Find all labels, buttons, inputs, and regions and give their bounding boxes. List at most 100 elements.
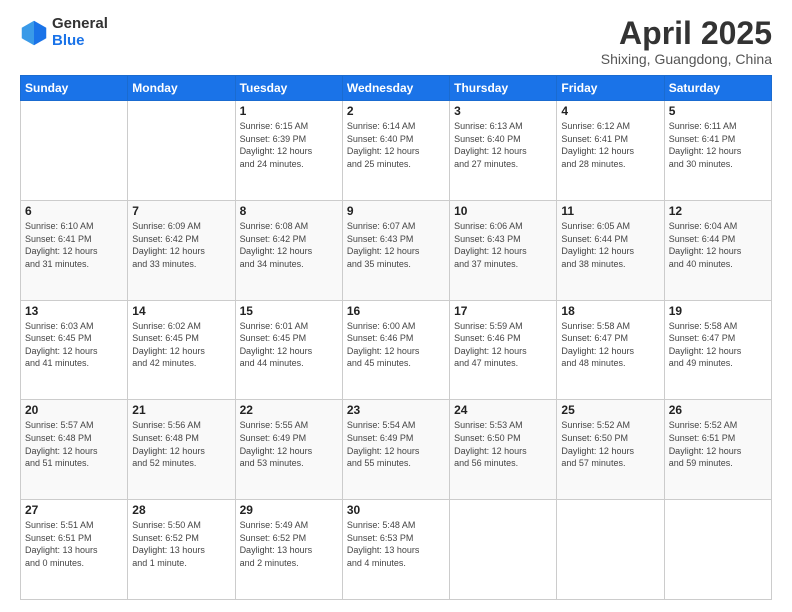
calendar-cell: 3Sunrise: 6:13 AM Sunset: 6:40 PM Daylig… xyxy=(450,101,557,201)
day-number: 15 xyxy=(240,304,338,318)
calendar-cell: 17 Sunrise: 5:59 AM Sunset: 6:46 PM Dayli… xyxy=(450,300,557,400)
day-info: Sunrise: 6:13 AM Sunset: 6:40 PM Dayligh… xyxy=(454,120,552,170)
calendar-cell: 2 Sunrise: 6:14 AM Sunset: 6:40 PM Daylig… xyxy=(342,101,449,201)
weekday-header-saturday: Saturday xyxy=(664,76,771,101)
day-info: Sunrise: 6:06 AM Sunset: 6:43 PM Dayligh… xyxy=(454,220,552,270)
calendar-cell: 29 Sunrise: 5:49 AM Sunset: 6:52 PM Dayli… xyxy=(235,500,342,600)
calendar-cell: 12Sunrise: 6:04 AM Sunset: 6:44 PM Dayli… xyxy=(664,200,771,300)
calendar-cell: 25Sunrise: 5:52 AM Sunset: 6:50 PM Dayli… xyxy=(557,400,664,500)
day-info: Sunrise: 5:48 AM Sunset: 6:53 PM Dayligh… xyxy=(347,519,445,569)
weekday-header-friday: Friday xyxy=(557,76,664,101)
weekday-header-wednesday: Wednesday xyxy=(342,76,449,101)
day-info: Sunrise: 5:57 AM Sunset: 6:48 PM Dayligh… xyxy=(25,419,123,469)
day-number: 25 xyxy=(561,403,659,417)
calendar-cell xyxy=(128,101,235,201)
calendar-cell: 1Sunrise: 6:15 AM Sunset: 6:39 PM Daylig… xyxy=(235,101,342,201)
day-number: 29 xyxy=(240,503,338,517)
day-number: 5 xyxy=(669,104,767,118)
calendar-cell: 6 Sunrise: 6:10 AM Sunset: 6:41 PM Daylig… xyxy=(21,200,128,300)
header: General Blue April 2025 Shixing, Guangdo… xyxy=(20,16,772,67)
day-info: Sunrise: 6:08 AM Sunset: 6:42 PM Dayligh… xyxy=(240,220,338,270)
logo-text: General Blue xyxy=(52,16,108,49)
title-area: April 2025 Shixing, Guangdong, China xyxy=(601,16,772,67)
day-number: 26 xyxy=(669,403,767,417)
logo-blue: Blue xyxy=(52,33,108,50)
day-number: 23 xyxy=(347,403,445,417)
day-number: 12 xyxy=(669,204,767,218)
calendar-cell: 26 Sunrise: 5:52 AM Sunset: 6:51 PM Dayli… xyxy=(664,400,771,500)
day-info: Sunrise: 5:52 AM Sunset: 6:51 PM Dayligh… xyxy=(669,419,767,469)
calendar-cell: 23 Sunrise: 5:54 AM Sunset: 6:49 PM Dayli… xyxy=(342,400,449,500)
weekday-header-tuesday: Tuesday xyxy=(235,76,342,101)
calendar-cell: 11 Sunrise: 6:05 AM Sunset: 6:44 PM Dayli… xyxy=(557,200,664,300)
day-number: 9 xyxy=(347,204,445,218)
location: Shixing, Guangdong, China xyxy=(601,51,772,67)
day-info: Sunrise: 6:02 AM Sunset: 6:45 PM Dayligh… xyxy=(132,320,230,370)
calendar-cell xyxy=(557,500,664,600)
calendar-cell: 22Sunrise: 5:55 AM Sunset: 6:49 PM Dayli… xyxy=(235,400,342,500)
day-info: Sunrise: 6:14 AM Sunset: 6:40 PM Dayligh… xyxy=(347,120,445,170)
calendar-cell: 24Sunrise: 5:53 AM Sunset: 6:50 PM Dayli… xyxy=(450,400,557,500)
day-info: Sunrise: 5:54 AM Sunset: 6:49 PM Dayligh… xyxy=(347,419,445,469)
calendar-cell: 7 Sunrise: 6:09 AM Sunset: 6:42 PM Daylig… xyxy=(128,200,235,300)
calendar-cell: 13 Sunrise: 6:03 AM Sunset: 6:45 PM Dayli… xyxy=(21,300,128,400)
day-info: Sunrise: 6:07 AM Sunset: 6:43 PM Dayligh… xyxy=(347,220,445,270)
calendar-cell: 14 Sunrise: 6:02 AM Sunset: 6:45 PM Dayli… xyxy=(128,300,235,400)
weekday-header-sunday: Sunday xyxy=(21,76,128,101)
day-number: 14 xyxy=(132,304,230,318)
calendar-cell: 9 Sunrise: 6:07 AM Sunset: 6:43 PM Daylig… xyxy=(342,200,449,300)
day-info: Sunrise: 6:12 AM Sunset: 6:41 PM Dayligh… xyxy=(561,120,659,170)
weekday-header-thursday: Thursday xyxy=(450,76,557,101)
day-info: Sunrise: 6:11 AM Sunset: 6:41 PM Dayligh… xyxy=(669,120,767,170)
calendar-cell: 5 Sunrise: 6:11 AM Sunset: 6:41 PM Daylig… xyxy=(664,101,771,201)
day-info: Sunrise: 5:58 AM Sunset: 6:47 PM Dayligh… xyxy=(669,320,767,370)
calendar-table: SundayMondayTuesdayWednesdayThursdayFrid… xyxy=(20,75,772,600)
weekday-header-monday: Monday xyxy=(128,76,235,101)
calendar-week-4: 20 Sunrise: 5:57 AM Sunset: 6:48 PM Dayli… xyxy=(21,400,772,500)
day-info: Sunrise: 5:51 AM Sunset: 6:51 PM Dayligh… xyxy=(25,519,123,569)
calendar-week-3: 13 Sunrise: 6:03 AM Sunset: 6:45 PM Dayli… xyxy=(21,300,772,400)
calendar-cell xyxy=(664,500,771,600)
day-info: Sunrise: 6:00 AM Sunset: 6:46 PM Dayligh… xyxy=(347,320,445,370)
day-number: 27 xyxy=(25,503,123,517)
logo-general: General xyxy=(52,16,108,33)
day-number: 30 xyxy=(347,503,445,517)
day-info: Sunrise: 5:58 AM Sunset: 6:47 PM Dayligh… xyxy=(561,320,659,370)
calendar-cell: 28Sunrise: 5:50 AM Sunset: 6:52 PM Dayli… xyxy=(128,500,235,600)
calendar-cell: 16Sunrise: 6:00 AM Sunset: 6:46 PM Dayli… xyxy=(342,300,449,400)
weekday-header-row: SundayMondayTuesdayWednesdayThursdayFrid… xyxy=(21,76,772,101)
day-info: Sunrise: 6:10 AM Sunset: 6:41 PM Dayligh… xyxy=(25,220,123,270)
calendar-cell xyxy=(450,500,557,600)
calendar-cell: 30 Sunrise: 5:48 AM Sunset: 6:53 PM Dayli… xyxy=(342,500,449,600)
calendar-week-2: 6 Sunrise: 6:10 AM Sunset: 6:41 PM Daylig… xyxy=(21,200,772,300)
day-number: 2 xyxy=(347,104,445,118)
calendar-cell: 19Sunrise: 5:58 AM Sunset: 6:47 PM Dayli… xyxy=(664,300,771,400)
day-info: Sunrise: 5:49 AM Sunset: 6:52 PM Dayligh… xyxy=(240,519,338,569)
day-info: Sunrise: 6:03 AM Sunset: 6:45 PM Dayligh… xyxy=(25,320,123,370)
day-number: 18 xyxy=(561,304,659,318)
day-number: 8 xyxy=(240,204,338,218)
page: General Blue April 2025 Shixing, Guangdo… xyxy=(0,0,792,612)
day-info: Sunrise: 5:59 AM Sunset: 6:46 PM Dayligh… xyxy=(454,320,552,370)
day-info: Sunrise: 6:05 AM Sunset: 6:44 PM Dayligh… xyxy=(561,220,659,270)
calendar-cell: 8 Sunrise: 6:08 AM Sunset: 6:42 PM Daylig… xyxy=(235,200,342,300)
day-info: Sunrise: 6:09 AM Sunset: 6:42 PM Dayligh… xyxy=(132,220,230,270)
calendar-cell: 20 Sunrise: 5:57 AM Sunset: 6:48 PM Dayli… xyxy=(21,400,128,500)
day-number: 28 xyxy=(132,503,230,517)
month-title: April 2025 xyxy=(601,16,772,51)
day-number: 1 xyxy=(240,104,338,118)
day-number: 20 xyxy=(25,403,123,417)
day-number: 17 xyxy=(454,304,552,318)
day-number: 7 xyxy=(132,204,230,218)
day-info: Sunrise: 5:55 AM Sunset: 6:49 PM Dayligh… xyxy=(240,419,338,469)
logo: General Blue xyxy=(20,16,108,49)
day-number: 6 xyxy=(25,204,123,218)
calendar-week-5: 27 Sunrise: 5:51 AM Sunset: 6:51 PM Dayli… xyxy=(21,500,772,600)
calendar-cell: 27 Sunrise: 5:51 AM Sunset: 6:51 PM Dayli… xyxy=(21,500,128,600)
day-number: 13 xyxy=(25,304,123,318)
calendar-cell: 18 Sunrise: 5:58 AM Sunset: 6:47 PM Dayli… xyxy=(557,300,664,400)
calendar-cell: 10Sunrise: 6:06 AM Sunset: 6:43 PM Dayli… xyxy=(450,200,557,300)
day-info: Sunrise: 5:56 AM Sunset: 6:48 PM Dayligh… xyxy=(132,419,230,469)
day-number: 11 xyxy=(561,204,659,218)
day-info: Sunrise: 6:01 AM Sunset: 6:45 PM Dayligh… xyxy=(240,320,338,370)
